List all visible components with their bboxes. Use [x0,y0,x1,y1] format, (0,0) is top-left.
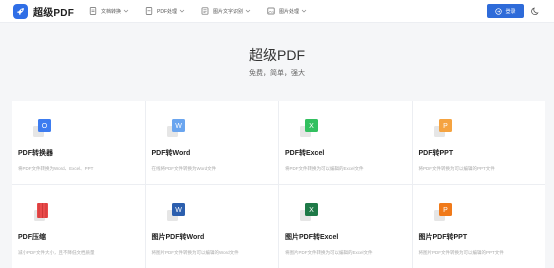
site-logo[interactable]: 超级PDF [13,3,74,19]
tool-card-title: PDF转Excel [285,150,325,157]
svg-text:W: W [175,207,182,214]
svg-text:O: O [42,123,48,130]
office-convert-icon: O [31,116,53,138]
hero-subtitle: 免费，简单，强大 [249,70,305,77]
tool-card-title: PDF转PPT [418,150,454,157]
ppt-icon: P [432,200,454,222]
theme-toggle-moon-icon[interactable] [531,6,541,16]
nav-document-convert[interactable]: 文档转换 [89,7,129,15]
tool-card[interactable]: X PDF转Excel 将PDF文件转换为可以编辑的Excel文件 [279,101,412,184]
nav-label: 图片文字识别 [213,8,244,15]
login-label: 登录 [505,8,516,15]
svg-text:P: P [443,207,448,214]
tool-card[interactable]: PDF压缩减小PDF文件大小，且不降低文档质量 [12,185,145,268]
tool-card-title: PDF转Word [151,150,191,157]
nav-image-ocr[interactable]: 图片文字识别 [201,7,251,15]
main-nav: 文档转换 PDF处理 图片文字识别 图片处理 [89,7,323,15]
svg-text:X: X [309,123,314,130]
nav-label: 图片处理 [279,8,300,15]
login-icon [495,7,503,15]
tools-grid: O PDF转换器将PDF文件转换为Word、Excel、PPT W PDF转Word 在… [12,101,545,268]
chevron-down-icon [123,9,129,13]
tool-card-description: 将PDF文件转换为可以编辑的Excel文件 [285,166,364,171]
tool-card[interactable]: P PDF转PPT 将PDF文件转换为可以编辑的PPT文件 [412,101,545,184]
word-icon: W [165,200,187,222]
excel-icon: X [298,116,320,138]
top-nav-bar: 超级PDF 文档转换 PDF处理 图片文字识别 图片处理 登录 [0,0,554,23]
svg-text:P: P [443,123,448,130]
pdf-process-icon [145,7,153,15]
tool-card-description: 将图片PDF文件转换为可以编辑的Excel文件 [285,250,373,255]
tool-card[interactable]: X 图片PDF转Excel 将图片PDF文件转换为可以编辑的Excel文件 [279,185,412,268]
login-button[interactable]: 登录 [487,4,524,18]
image-ocr-icon [201,7,209,15]
ppt-icon: P [432,116,454,138]
nav-label: PDF处理 [157,8,178,15]
compress-icon [31,200,53,222]
tool-card[interactable]: W PDF转Word 在线将PDF文件转换为Word文件 [145,101,278,184]
hero-title: 超级PDF [249,47,305,63]
document-convert-icon [89,7,97,15]
chevron-down-icon [245,9,251,13]
tool-card-title: PDF转换器 [18,150,53,157]
nav-image-process[interactable]: 图片处理 [267,7,307,15]
nav-label: 文档转换 [101,8,122,15]
tool-card[interactable]: W 图片PDF转Word 将图片PDF文件转换为可以编辑的Word文件 [145,185,278,268]
chevron-down-icon [179,9,185,13]
nav-pdf-process[interactable]: PDF处理 [145,7,185,15]
tool-card-description: 将PDF文件转换为Word、Excel、PPT [18,166,94,171]
chevron-down-icon [301,9,307,13]
excel-icon: X [298,200,320,222]
tool-card-description: 将图片PDF文件转换为可以编辑的PPT文件 [418,250,504,255]
logo-text: 超级PDF [33,7,74,19]
tool-card-description: 将图片PDF文件转换为可以编辑的Word文件 [151,250,239,255]
word-icon: W [165,116,187,138]
tool-card[interactable]: P 图片PDF转PPT 将图片PDF文件转换为可以编辑的PPT文件 [412,185,545,268]
tool-card-title: PDF压缩 [18,234,46,241]
tool-card-title: 图片PDF转PPT [418,234,468,241]
tool-card-description: 在线将PDF文件转换为Word文件 [151,166,217,171]
svg-text:X: X [309,207,314,214]
svg-text:W: W [175,123,182,130]
hero-section: 超级PDF 免费，简单，强大 [0,24,554,100]
tool-card[interactable]: O PDF转换器将PDF文件转换为Word、Excel、PPT [12,101,145,184]
tool-card-description: 将PDF文件转换为可以编辑的PPT文件 [418,166,495,171]
tool-card-description: 减小PDF文件大小，且不降低文档质量 [18,250,95,255]
rocket-icon [13,3,28,19]
tool-card-title: 图片PDF转Excel [285,234,339,241]
tool-card-title: 图片PDF转Word [151,234,205,241]
image-process-icon [267,7,275,15]
